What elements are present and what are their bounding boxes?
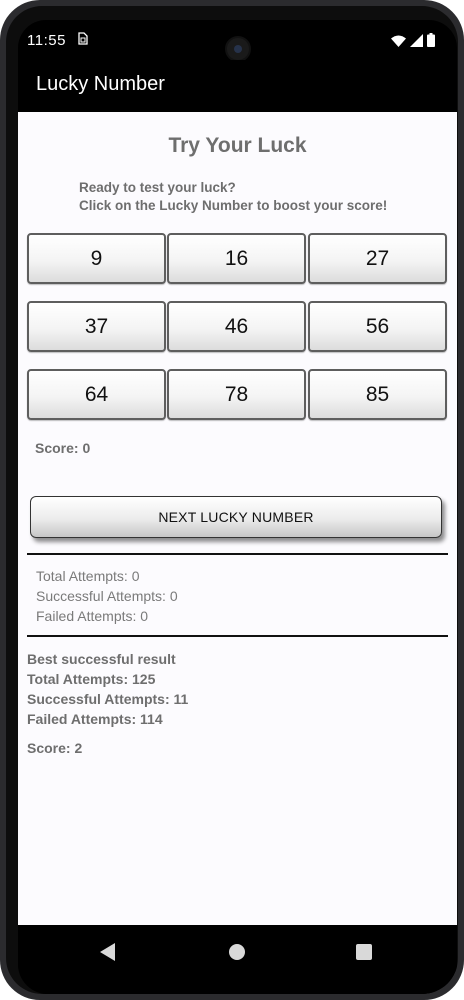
best-successful-attempts: Successful Attempts: 11 bbox=[27, 691, 189, 707]
signal-icon bbox=[410, 33, 423, 51]
current-failed-attempts: Failed Attempts: 0 bbox=[36, 608, 149, 624]
best-score: Score: 2 bbox=[27, 740, 83, 756]
status-icons bbox=[391, 33, 435, 51]
number-button-5[interactable]: 46 bbox=[167, 301, 306, 352]
next-lucky-number-button[interactable]: NEXT LUCKY NUMBER bbox=[30, 496, 442, 538]
device-frame: 11:55 Lucky Number Try Your Luck Ready t… bbox=[0, 0, 464, 1000]
main-content: Try Your Luck Ready to test your luck? C… bbox=[18, 112, 457, 925]
number-button-2[interactable]: 16 bbox=[167, 233, 306, 284]
best-result: Best successful result Total Attempts: 1… bbox=[27, 649, 188, 729]
device-bezel: 11:55 Lucky Number Try Your Luck Ready t… bbox=[6, 6, 458, 994]
current-successful-attempts: Successful Attempts: 0 bbox=[36, 588, 178, 604]
number-button-4[interactable]: 37 bbox=[27, 301, 166, 352]
current-score: Score: 0 bbox=[35, 440, 91, 456]
number-button-6[interactable]: 56 bbox=[308, 301, 447, 352]
divider-bottom bbox=[27, 635, 448, 637]
status-bar: 11:55 bbox=[18, 20, 457, 62]
current-total-attempts: Total Attempts: 0 bbox=[36, 568, 140, 584]
status-time: 11:55 bbox=[27, 32, 66, 49]
battery-icon bbox=[427, 33, 435, 51]
back-icon[interactable] bbox=[100, 943, 115, 961]
number-button-1[interactable]: 9 bbox=[27, 233, 166, 284]
number-button-9[interactable]: 85 bbox=[308, 369, 447, 420]
screen: 11:55 Lucky Number Try Your Luck Ready t… bbox=[18, 20, 457, 994]
volume-button bbox=[459, 285, 464, 347]
divider-top bbox=[27, 553, 448, 555]
power-button bbox=[459, 395, 464, 503]
sim-card-icon bbox=[78, 32, 88, 48]
current-stats: Total Attempts: 0 Successful Attempts: 0… bbox=[36, 566, 178, 626]
instructions-line-2: Click on the Lucky Number to boost your … bbox=[79, 198, 388, 213]
number-button-7[interactable]: 64 bbox=[27, 369, 166, 420]
page-title: Try Your Luck bbox=[168, 134, 307, 157]
front-camera bbox=[225, 36, 251, 62]
app-title: Lucky Number bbox=[36, 73, 165, 95]
best-result-heading: Best successful result bbox=[27, 651, 176, 667]
recent-apps-icon[interactable] bbox=[356, 944, 372, 960]
home-icon[interactable] bbox=[229, 944, 245, 960]
best-total-attempts: Total Attempts: 125 bbox=[27, 671, 156, 687]
instructions: Ready to test your luck? Click on the Lu… bbox=[79, 179, 387, 215]
wifi-icon bbox=[391, 34, 406, 51]
navigation-bar bbox=[18, 925, 457, 994]
instructions-line-1: Ready to test your luck? bbox=[79, 180, 236, 195]
number-button-8[interactable]: 78 bbox=[167, 369, 306, 420]
best-failed-attempts: Failed Attempts: 114 bbox=[27, 711, 163, 727]
number-button-3[interactable]: 27 bbox=[308, 233, 447, 284]
app-bar: Lucky Number bbox=[18, 60, 457, 112]
